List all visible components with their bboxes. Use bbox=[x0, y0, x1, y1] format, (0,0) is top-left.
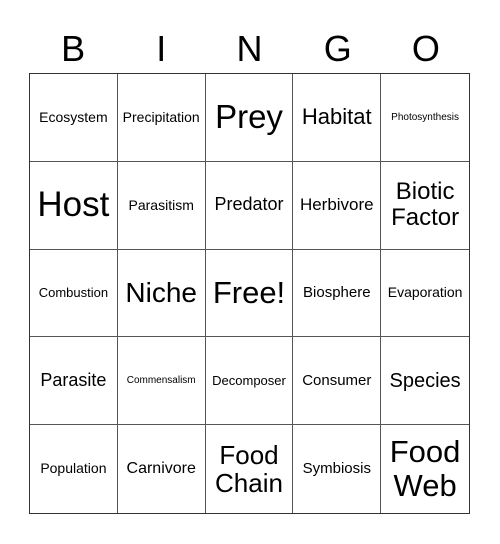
bingo-cell-text: Population bbox=[40, 460, 107, 477]
bingo-cell: Niche bbox=[117, 249, 206, 338]
bingo-cell: Biotic Factor bbox=[381, 162, 469, 250]
bingo-cell-text: Biotic Factor bbox=[391, 177, 460, 232]
bingo-cell-text: Parasite bbox=[40, 369, 107, 390]
header-letter-n: N bbox=[236, 28, 263, 69]
bingo-cell: Photosynthesis bbox=[381, 74, 469, 162]
bingo-cell-text: Niche bbox=[125, 276, 197, 308]
bingo-cell: Combustion bbox=[30, 249, 118, 338]
header-letter-g: G bbox=[323, 28, 352, 69]
bingo-cell: Commensalism bbox=[117, 337, 206, 426]
bingo-cell: Evaporation bbox=[381, 250, 469, 338]
bingo-cell: Symbiosis bbox=[293, 425, 382, 513]
bingo-cell: Biosphere bbox=[293, 249, 382, 338]
bingo-cell-text: Herbivore bbox=[299, 194, 374, 214]
bingo-cell: Host bbox=[30, 161, 118, 250]
bingo-cell-text: Food Web bbox=[389, 434, 461, 504]
bingo-cell-text: Prey bbox=[215, 98, 283, 136]
header-letter-i: I bbox=[156, 28, 167, 69]
bingo-cell: Precipitation bbox=[117, 74, 206, 162]
bingo-cell: Habitat bbox=[293, 74, 382, 162]
bingo-cell-text: Host bbox=[37, 184, 110, 224]
bingo-cell-text: Combustion bbox=[38, 284, 109, 300]
bingo-cell-text: Parasitism bbox=[128, 196, 194, 213]
bingo-grid: Ecosystem Precipitation Prey Habitat Photosy… bbox=[29, 73, 470, 514]
bingo-cell-text: Symbiosis bbox=[302, 459, 371, 477]
bingo-cell-text: Decomposer bbox=[212, 372, 286, 388]
bingo-cell-text: Precipitation bbox=[122, 108, 200, 125]
bingo-cell: Decomposer bbox=[205, 337, 294, 426]
bingo-cell-text: Free! bbox=[212, 274, 286, 310]
bingo-cell-text: Predator bbox=[214, 194, 284, 215]
bingo-cell-text: Species bbox=[389, 369, 461, 392]
bingo-cell: Population bbox=[30, 425, 118, 513]
bingo-cell-text: Habitat bbox=[301, 104, 372, 130]
bingo-cell: Parasite bbox=[30, 337, 118, 426]
bingo-cell: Ecosystem bbox=[30, 74, 118, 162]
bingo-cell-text: Food Chain bbox=[215, 439, 283, 499]
bingo-cell: Prey bbox=[205, 74, 294, 162]
header-letter-o: O bbox=[411, 28, 440, 69]
bingo-cell: Herbivore bbox=[293, 161, 382, 250]
bingo-cell-text: Carnivore bbox=[126, 460, 196, 478]
bingo-cell: Food Web bbox=[381, 425, 469, 513]
bingo-header: B I N G O bbox=[29, 26, 470, 72]
bingo-cell-text: Biosphere bbox=[303, 283, 371, 301]
bingo-cell-text: Commensalism bbox=[126, 375, 196, 387]
header-letter-b: B bbox=[61, 28, 86, 69]
bingo-cell: Food Chain bbox=[206, 425, 294, 513]
bingo-cell-text: Ecosystem bbox=[39, 108, 108, 125]
bingo-cell-text: Photosynthesis bbox=[391, 111, 459, 123]
bingo-cell: Carnivore bbox=[118, 425, 206, 513]
bingo-cell: Predator bbox=[205, 161, 294, 250]
bingo-cell: Free! bbox=[205, 249, 294, 338]
bingo-cell: Consumer bbox=[293, 337, 382, 426]
bingo-cell-text: Consumer bbox=[302, 371, 372, 389]
bingo-cell: Parasitism bbox=[117, 161, 206, 250]
bingo-cell: Species bbox=[381, 337, 469, 426]
bingo-cell-text: Evaporation bbox=[387, 284, 463, 301]
